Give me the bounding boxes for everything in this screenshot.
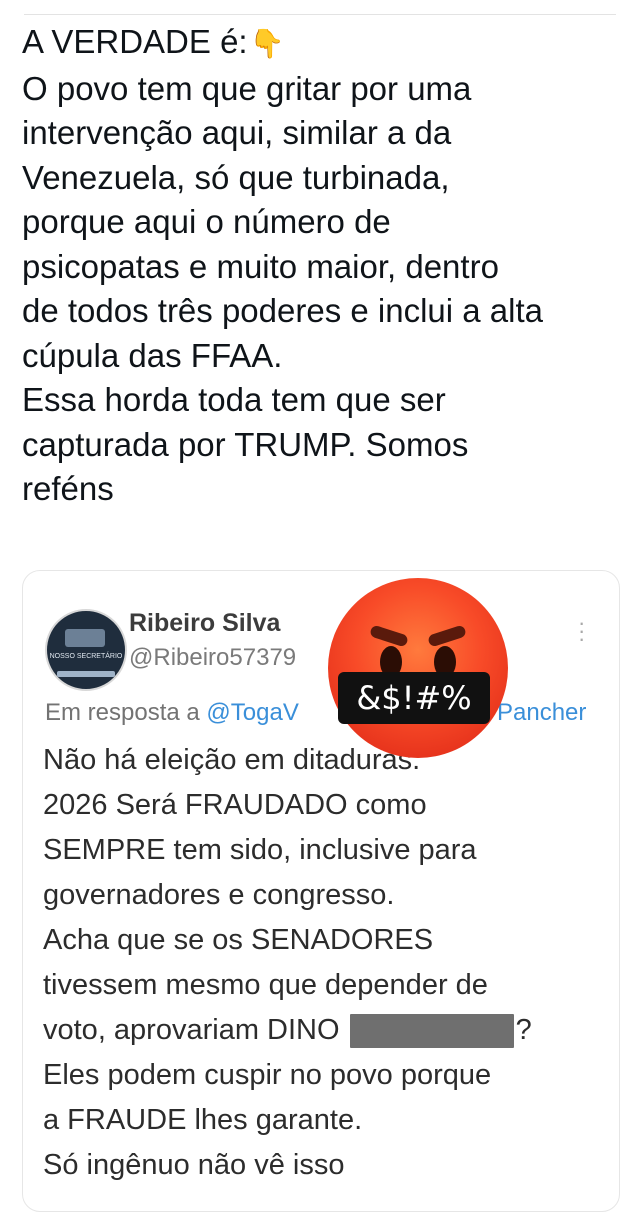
quoted-tweet-card[interactable]: NOSSO SECRETÁRIO Ribeiro Silva @Ribeiro5… — [22, 570, 620, 1212]
quoted-tweet-body: Não há eleição em ditaduras. 2026 Será F… — [43, 738, 613, 1188]
more-vertical-icon[interactable]: · · · — [578, 612, 585, 650]
right-brow — [427, 624, 467, 648]
quote-line: 2026 Será FRAUDADO como — [43, 789, 427, 821]
post-line: Essa horda toda tem que ser — [22, 381, 446, 419]
left-brow — [369, 624, 409, 648]
quote-line: SEMPRE tem sido, inclusive para — [43, 834, 477, 866]
reply-mention-link[interactable]: @TogaV — [206, 699, 298, 726]
quote-line: a FRAUDE lhes garante. — [43, 1104, 363, 1136]
post-line: A VERDADE é:👇 — [22, 20, 632, 67]
post-text: A VERDADE é:👇 O povo tem que gritar por … — [22, 20, 632, 512]
post-line: psicopatas e muito maior, dentro — [22, 247, 499, 285]
quote-line: Só ingênuo não vê isso — [43, 1149, 345, 1181]
censor-symbols-label: &$!#% — [338, 672, 490, 724]
face-with-symbols-on-mouth-icon — [328, 578, 508, 758]
post-line: de todos três poderes e inclui a alta — [22, 292, 543, 330]
avatar-text: NOSSO SECRETÁRIO — [49, 653, 123, 660]
post-line: cúpula das FFAA. — [22, 336, 283, 374]
reply-mention-tail[interactable]: Pancher — [497, 699, 586, 727]
top-divider — [24, 14, 616, 15]
quote-line: governadores e congresso. — [43, 879, 395, 911]
quoted-author-handle[interactable]: @Ribeiro57379 — [129, 644, 296, 672]
quote-line: Eles podem cuspir no povo porque — [43, 1059, 492, 1091]
post-line-text: A VERDADE é: — [22, 23, 248, 60]
avatar-bar — [57, 671, 115, 677]
redaction-block — [349, 1014, 514, 1049]
avatar-screen — [65, 629, 105, 647]
pointing-down-emoji-icon: 👇 — [249, 28, 285, 60]
post-line: capturada por TRUMP. Somos — [22, 425, 469, 463]
quote-line: Não há eleição em ditaduras. — [43, 744, 421, 776]
reply-prefix: Em resposta a — [45, 699, 200, 726]
quote-line: voto, aprovariam DINO ? — [43, 1008, 613, 1053]
post-line: intervenção aqui, similar a da — [22, 114, 452, 152]
quoted-author-name[interactable]: Ribeiro Silva — [129, 609, 280, 638]
quote-line-suffix: ? — [515, 1014, 532, 1046]
quote-line: Acha que se os SENADORES — [43, 924, 434, 956]
post-line: porque aqui o número de — [22, 203, 391, 241]
avatar[interactable]: NOSSO SECRETÁRIO — [45, 609, 127, 691]
quote-line-text: voto, aprovariam DINO — [43, 1014, 340, 1046]
post-line: Venezuela, só que turbinada, — [22, 158, 450, 196]
post-line: O povo tem que gritar por uma — [22, 69, 472, 107]
post-line: reféns — [22, 470, 114, 508]
quote-line: tivessem mesmo que depender de — [43, 969, 488, 1001]
reply-context: Em resposta a @TogaV — [45, 699, 299, 727]
